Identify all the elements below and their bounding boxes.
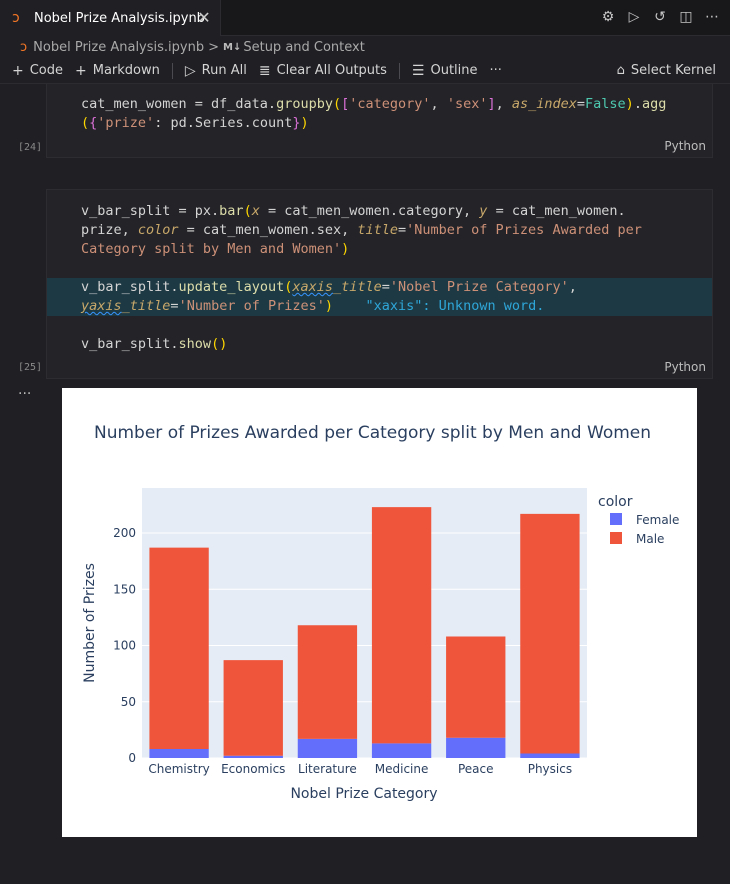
add-markdown-button[interactable]: + Markdown [75, 63, 160, 79]
cell-output: Number of Prizes Awarded per Category sp… [62, 388, 697, 837]
x-tick-label: Chemistry [148, 762, 209, 776]
execution-count: [24] [18, 142, 43, 153]
legend-swatch-female [610, 513, 622, 525]
plus-icon: + [12, 62, 24, 79]
add-markdown-label: Markdown [92, 63, 160, 78]
outline-button[interactable]: ☰ Outline [412, 63, 478, 79]
legend-swatch-male [610, 532, 622, 544]
code-line: prize, color = cat_men_women.sex, title=… [81, 222, 642, 238]
add-code-label: Code [29, 63, 64, 78]
editor-actions: ⚙ ▷ ↺ ◫ ⋯ [600, 8, 720, 26]
legend-label-female: Female [636, 513, 679, 527]
bar-chart: Number of Prizes Awarded per Category sp… [82, 423, 679, 802]
execution-count: [25] [18, 362, 43, 373]
bar-female [520, 753, 580, 758]
code-line: v_bar_split = px.bar(x = cat_men_women.c… [81, 203, 626, 219]
notebook-toolbar: + Code + Markdown ▷ Run All ≣ Clear All … [0, 58, 730, 84]
code-cell-25[interactable]: v_bar_split = px.bar(x = cat_men_women.c… [46, 189, 713, 379]
diagnostic-message: "xaxis": Unknown word. [365, 298, 545, 314]
tab-bar: ↄ Nobel Prize Analysis.ipynb ✕ ⚙ ▷ ↺ ◫ ⋯ [0, 0, 730, 36]
y-tick-label: 0 [128, 751, 136, 765]
y-tick-label: 50 [121, 695, 136, 709]
cell-language[interactable]: Python [664, 360, 706, 374]
run-icon[interactable]: ▷ [626, 8, 642, 26]
cell-language[interactable]: Python [664, 139, 706, 153]
code-cell-24[interactable]: cat_men_women = df_data.groupby(['catego… [46, 84, 713, 158]
code-line: v_bar_split.update_layout(xaxis_title='N… [47, 278, 712, 297]
jupyter-icon: ↄ [20, 39, 28, 55]
kernel-icon: ⌂ [616, 63, 625, 78]
y-axis-ticks: 0 50 100 150 200 [113, 526, 136, 765]
plus-icon: + [75, 62, 87, 79]
toolbar-divider [398, 62, 400, 79]
clear-outputs-button[interactable]: ≣ Clear All Outputs [259, 63, 387, 79]
x-tick-label: Economics [221, 762, 285, 776]
run-all-button[interactable]: ▷ Run All [185, 63, 247, 79]
gear-icon[interactable]: ⚙ [600, 8, 616, 26]
bar-female [149, 749, 209, 758]
code-line: cat_men_women = df_data.groupby(['catego… [81, 96, 667, 112]
code-line: yaxis_title='Number of Prizes') "xaxis":… [47, 297, 712, 316]
code-editor[interactable]: cat_men_women = df_data.groupby(['catego… [47, 84, 712, 133]
code-line: ({'prize': pd.Series.count}) [81, 115, 309, 131]
select-kernel-button[interactable]: ⌂ Select Kernel [617, 63, 716, 78]
x-tick-label: Physics [528, 762, 572, 776]
tab-title: Nobel Prize Analysis.ipynb [34, 10, 205, 26]
breadcrumb-file[interactable]: Nobel Prize Analysis.ipynb [33, 40, 204, 55]
close-icon[interactable]: ✕ [196, 10, 212, 26]
y-tick-label: 100 [113, 639, 136, 653]
x-tick-label: Medicine [375, 762, 429, 776]
outline-label: Outline [430, 63, 478, 78]
add-code-button[interactable]: + Code [12, 63, 63, 79]
y-axis-label: Number of Prizes [82, 563, 98, 683]
breadcrumb-separator: > [208, 39, 219, 55]
x-axis-ticks: Chemistry Economics Literature Medicine Peac… [148, 762, 572, 776]
bar-female [371, 743, 432, 758]
toolbar-divider [171, 62, 173, 79]
toolbar-more-button[interactable]: ··· [490, 63, 502, 78]
breadcrumb: ↄ Nobel Prize Analysis.ipynb > M↓ Setup … [0, 36, 730, 58]
markdown-icon: M↓ [223, 41, 242, 53]
x-tick-label: Literature [298, 762, 357, 776]
x-tick-label: Peace [458, 762, 494, 776]
bar-male [371, 507, 432, 744]
chart-title: Number of Prizes Awarded per Category sp… [94, 423, 651, 443]
bar-female [223, 755, 283, 758]
clear-outputs-label: Clear All Outputs [276, 63, 387, 78]
bar-male [520, 513, 580, 754]
y-tick-label: 150 [113, 582, 136, 596]
list-icon: ☰ [411, 62, 425, 79]
legend-label-male: Male [636, 532, 664, 546]
code-line: v_bar_split.show() [81, 336, 228, 352]
bar-male [446, 636, 506, 738]
history-icon[interactable]: ↺ [652, 8, 668, 26]
split-editor-icon[interactable]: ◫ [678, 8, 694, 26]
bar-female [297, 738, 358, 758]
bar-male [149, 547, 209, 749]
clear-all-icon: ≣ [258, 62, 271, 79]
bar-male [297, 625, 358, 739]
run-all-label: Run All [201, 63, 247, 78]
select-kernel-label: Select Kernel [630, 63, 716, 78]
bar-male [223, 660, 283, 756]
run-all-icon: ▷ [184, 62, 196, 79]
notebook-tab[interactable]: ↄ Nobel Prize Analysis.ipynb ✕ [0, 0, 221, 36]
output-more-icon[interactable]: ··· [18, 386, 31, 402]
y-tick-label: 200 [113, 526, 136, 540]
x-axis-label: Nobel Prize Category [290, 786, 437, 802]
code-editor[interactable]: v_bar_split = px.bar(x = cat_men_women.c… [47, 190, 712, 354]
legend: Female Male [610, 513, 679, 546]
breadcrumb-section[interactable]: Setup and Context [243, 40, 365, 55]
more-actions-icon[interactable]: ⋯ [704, 8, 720, 26]
legend-title: color [598, 494, 633, 510]
jupyter-icon: ↄ [12, 10, 20, 26]
bar-female [446, 737, 506, 758]
code-line: Category split by Men and Women') [81, 241, 350, 257]
